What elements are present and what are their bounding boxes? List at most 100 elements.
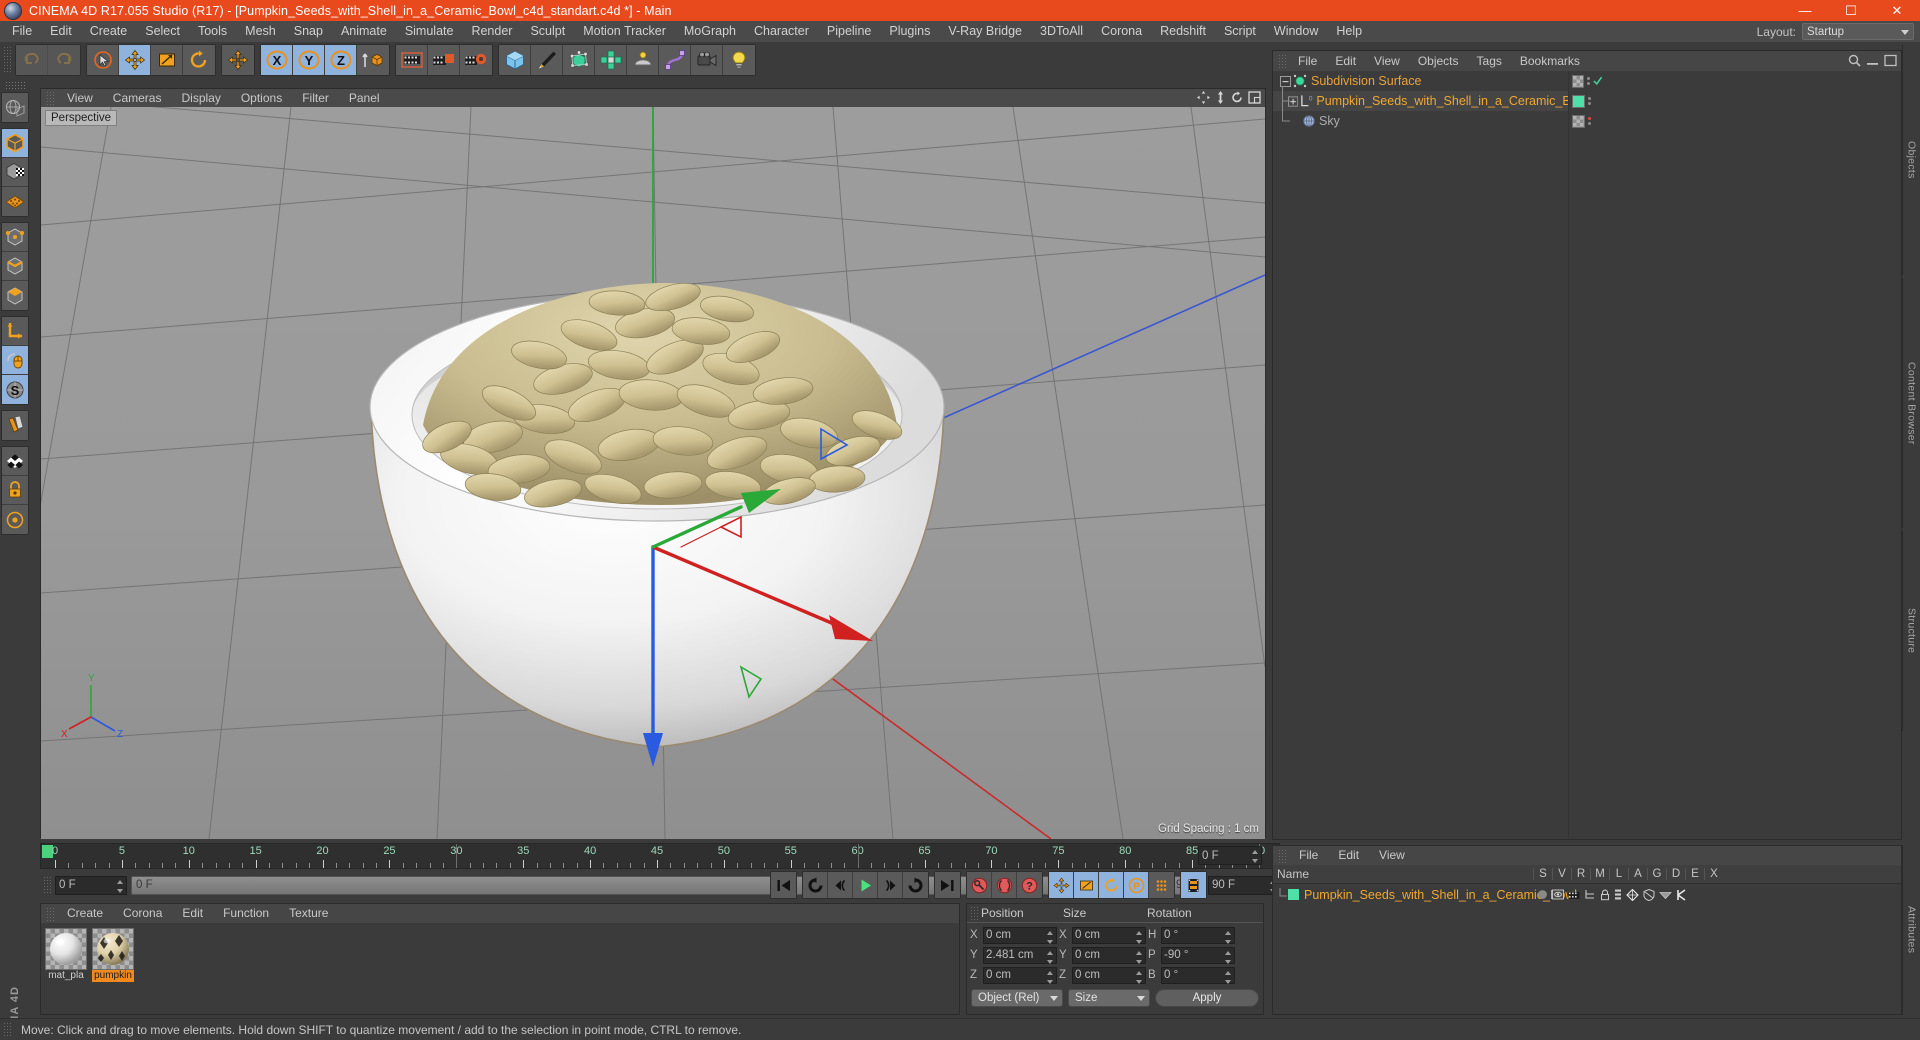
deformer-icon[interactable]: [1626, 888, 1639, 901]
object-menu-tags[interactable]: Tags: [1468, 51, 1511, 71]
rotate-tool-button[interactable]: [183, 45, 215, 75]
objects-tab[interactable]: Objects: [1902, 45, 1920, 275]
edge-mode-button[interactable]: [2, 252, 28, 281]
world-object-coordinates-button[interactable]: [357, 45, 389, 75]
column-m[interactable]: M: [1590, 868, 1609, 880]
menu-edit[interactable]: Edit: [41, 21, 81, 42]
size-z-stepper[interactable]: [1136, 970, 1143, 984]
object-row-subdivision-surface[interactable]: Subdivision Surface: [1273, 71, 1603, 91]
hierarchy-icon[interactable]: [1584, 889, 1596, 900]
axis-modification-button[interactable]: [2, 317, 28, 346]
material-manager-grip[interactable]: [46, 906, 54, 921]
viewport-menu-panel[interactable]: Panel: [339, 89, 390, 107]
menu-vray-bridge[interactable]: V-Ray Bridge: [939, 21, 1031, 42]
attribute-menu-edit[interactable]: Edit: [1328, 846, 1369, 865]
menu-sculpt[interactable]: Sculpt: [521, 21, 574, 42]
menu-snap[interactable]: Snap: [285, 21, 332, 42]
column-r[interactable]: R: [1571, 868, 1590, 880]
left-toolbar-grip[interactable]: [5, 81, 25, 90]
content-browser-tab[interactable]: Content Browser: [1902, 278, 1920, 528]
viewport-menu-cameras[interactable]: Cameras: [103, 89, 172, 107]
snap-button[interactable]: S: [2, 375, 28, 404]
material-menu-corona[interactable]: Corona: [113, 904, 172, 923]
enable-axis-button[interactable]: [2, 346, 28, 375]
position-y-field[interactable]: 2.481 cm: [983, 946, 1057, 964]
rotation-b-stepper[interactable]: [1225, 970, 1232, 984]
toolbar-grip[interactable]: [3, 46, 12, 74]
add-spline-button[interactable]: [531, 45, 563, 75]
column-s[interactable]: S: [1533, 868, 1552, 880]
x-axis-button[interactable]: X: [261, 45, 293, 75]
select-tool-button[interactable]: [87, 45, 119, 75]
play-button[interactable]: [853, 872, 878, 898]
layers-icon[interactable]: [1614, 889, 1622, 901]
record-active-objects-button[interactable]: [967, 872, 992, 898]
viewport-menu-view[interactable]: View: [57, 89, 103, 107]
column-g[interactable]: G: [1647, 868, 1666, 880]
menu-help[interactable]: Help: [1327, 21, 1371, 42]
position-y-stepper[interactable]: [1047, 950, 1054, 964]
current-frame-field[interactable]: 0 F: [55, 875, 127, 895]
current-frame-stepper[interactable]: [117, 879, 124, 893]
viewport-menu-display[interactable]: Display: [171, 89, 230, 107]
column-l[interactable]: L: [1609, 868, 1628, 880]
visibility-dots[interactable]: [1588, 97, 1591, 105]
step-forward-button[interactable]: [878, 872, 903, 898]
y-axis-button[interactable]: Y: [293, 45, 325, 75]
expander-minus-icon[interactable]: [1280, 75, 1291, 87]
apply-button[interactable]: Apply: [1155, 989, 1259, 1007]
menu-window[interactable]: Window: [1265, 21, 1327, 42]
shield-phong-icon[interactable]: [1643, 888, 1655, 901]
menu-character[interactable]: Character: [745, 21, 818, 42]
maximize-button[interactable]: ☐: [1828, 0, 1874, 21]
timeline-controls-grip[interactable]: [43, 876, 52, 894]
go-to-next-key-button[interactable]: [903, 872, 928, 898]
column-v[interactable]: V: [1552, 868, 1571, 880]
size-x-field[interactable]: 0 cm: [1072, 926, 1146, 944]
redo-button[interactable]: [48, 45, 80, 75]
polygon-mode-button[interactable]: [2, 281, 28, 310]
menu-file[interactable]: File: [3, 21, 41, 42]
move-axis-button[interactable]: [222, 45, 254, 75]
expander-plus-icon[interactable]: [1288, 95, 1299, 107]
viewport-scale-icon[interactable]: [1214, 91, 1227, 104]
point-mode-button[interactable]: [2, 223, 28, 252]
object-row-pumpkin-seeds[interactable]: 0 Pumpkin_Seeds_with_Shell_in_a_Ceramic_…: [1273, 91, 1591, 111]
viewport-menu-options[interactable]: Options: [231, 89, 292, 107]
coordinates-grip[interactable]: [970, 906, 978, 920]
position-z-field[interactable]: 0 cm: [983, 966, 1057, 984]
material-item-pumpkin[interactable]: pumpkin: [92, 928, 134, 982]
add-array-button[interactable]: [595, 45, 627, 75]
column-e[interactable]: E: [1685, 868, 1704, 880]
material-menu-create[interactable]: Create: [57, 904, 113, 923]
parameter-key-button[interactable]: P: [1124, 872, 1149, 898]
minimize-button[interactable]: —: [1782, 0, 1828, 21]
menu-tools[interactable]: Tools: [189, 21, 236, 42]
attribute-menu-view[interactable]: View: [1369, 846, 1415, 865]
scale-key-button[interactable]: [1074, 872, 1099, 898]
search-icon[interactable]: [1848, 54, 1861, 67]
add-deformer-button[interactable]: [659, 45, 691, 75]
viewport-menu-filter[interactable]: Filter: [292, 89, 339, 107]
menu-mograph[interactable]: MoGraph: [675, 21, 745, 42]
menu-simulate[interactable]: Simulate: [396, 21, 463, 42]
material-menu-function[interactable]: Function: [213, 904, 279, 923]
material-menu-texture[interactable]: Texture: [279, 904, 338, 923]
timeline-right-frame-field[interactable]: 0 F: [1198, 846, 1262, 865]
menu-plugins[interactable]: Plugins: [880, 21, 939, 42]
menu-animate[interactable]: Animate: [332, 21, 396, 42]
rotation-b-field[interactable]: 0 °: [1161, 966, 1235, 984]
column-x[interactable]: X: [1704, 868, 1723, 880]
menu-redshift[interactable]: Redshift: [1151, 21, 1215, 42]
lock-icon[interactable]: [1600, 889, 1610, 901]
workplane-button[interactable]: [2, 187, 28, 216]
menu-create[interactable]: Create: [81, 21, 137, 42]
attribute-menu-file[interactable]: File: [1289, 846, 1328, 865]
timeline-ruler[interactable]: 051015202530354045505560657075808590: [40, 843, 1280, 869]
scale-tool-button[interactable]: [151, 45, 183, 75]
go-to-previous-key-button[interactable]: [803, 872, 828, 898]
add-light-button[interactable]: [723, 45, 755, 75]
menu-mesh[interactable]: Mesh: [236, 21, 285, 42]
object-manager-blank-area[interactable]: [1569, 71, 1901, 839]
render-clapper-icon[interactable]: [1568, 889, 1580, 900]
